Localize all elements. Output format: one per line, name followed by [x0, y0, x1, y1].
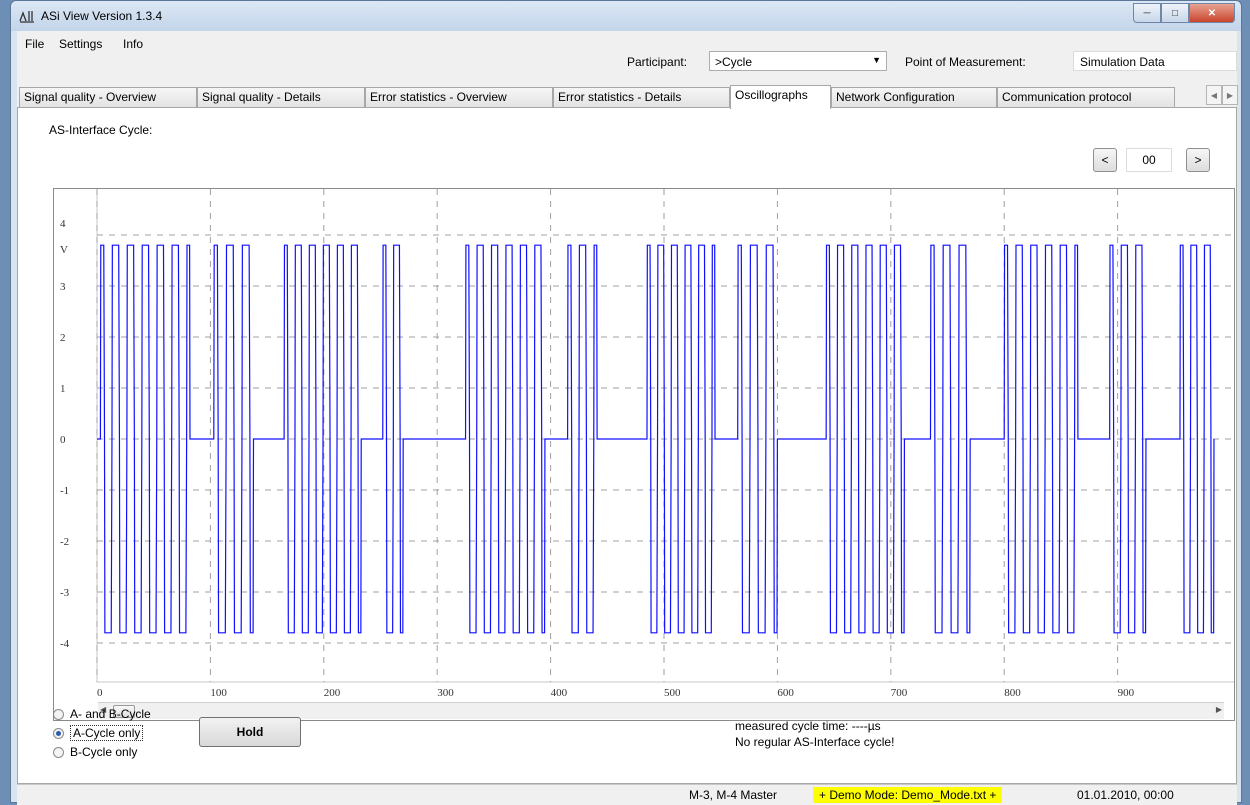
y-tick-label: 0	[60, 434, 66, 446]
app-logo-icon	[19, 11, 34, 23]
radio-a-cycle-only[interactable]: A-Cycle only	[53, 725, 144, 741]
y-tick-label: -3	[60, 587, 70, 599]
cycle-label: AS-Interface Cycle:	[49, 123, 153, 137]
y-axis-unit: V	[60, 244, 68, 256]
x-tick-label: 0	[97, 687, 103, 699]
menu-bar: File Settings Info	[17, 31, 1237, 57]
cycle-number-field[interactable]: 00	[1126, 148, 1172, 172]
radio-dot	[53, 708, 64, 720]
tab-oscillographs[interactable]: Oscillographs	[730, 85, 831, 109]
status-bar: M-3, M-4 Master + Demo Mode: Demo_Mode.t…	[17, 784, 1237, 805]
x-tick-label: 800	[1004, 687, 1021, 699]
maximize-icon[interactable]: □	[1161, 3, 1189, 23]
menu-settings[interactable]: Settings	[59, 37, 102, 51]
x-tick-label: 300	[437, 687, 454, 699]
window-controls: ─ □ ✕	[1133, 3, 1235, 23]
tab-error-statistics-overview[interactable]: Error statistics - Overview	[365, 87, 553, 107]
app-window: ASi View Version 1.3.4 ─ □ ✕ File Settin…	[10, 0, 1242, 805]
tab-signal-quality-details[interactable]: Signal quality - Details	[197, 87, 365, 107]
cycle-time-text: measured cycle time: ----µs	[735, 719, 881, 733]
radio-dot	[53, 746, 64, 758]
measurement-label: Point of Measurement:	[905, 55, 1026, 69]
tab-scroll-buttons: ◀ ▶	[1206, 85, 1238, 105]
x-tick-label: 700	[891, 687, 908, 699]
oscillograph-chart: 0 100 200 300 400 500 600 700 800 900 4 3 2 1 0 -1 -2 -3 -…	[53, 188, 1235, 721]
radio-label: B-Cycle only	[70, 745, 138, 759]
status-master: M-3, M-4 Master	[689, 788, 778, 802]
chevron-down-icon: ▼	[872, 55, 881, 65]
x-tick-label: 900	[1118, 687, 1135, 699]
tab-strip: Signal quality - Overview Signal quality…	[17, 85, 1237, 109]
close-icon[interactable]: ✕	[1189, 3, 1235, 23]
radio-b-cycle-only[interactable]: B-Cycle only	[53, 745, 137, 759]
hold-button[interactable]: Hold	[199, 717, 301, 747]
x-tick-label: 500	[664, 687, 681, 699]
tab-error-statistics-details[interactable]: Error statistics - Details	[553, 87, 730, 107]
participant-value: >Cycle	[715, 55, 753, 69]
menu-info[interactable]: Info	[123, 37, 143, 51]
minimize-icon[interactable]: ─	[1133, 3, 1161, 23]
x-tick-label: 200	[324, 687, 341, 699]
scroll-right-icon[interactable]: ▶	[1216, 705, 1222, 714]
window-title: ASi View Version 1.3.4	[41, 9, 163, 23]
menu-file[interactable]: File	[25, 37, 44, 51]
oscillograph-plot: 0 100 200 300 400 500 600 700 800 900 4 3 2 1 0 -1 -2 -3 -…	[60, 189, 1234, 699]
tab-network-configuration[interactable]: Network Configuration	[831, 87, 997, 107]
measurement-field: Simulation Data	[1073, 51, 1237, 71]
status-demo-mode: + Demo Mode: Demo_Mode.txt +	[813, 787, 1003, 803]
x-tick-label: 400	[551, 687, 568, 699]
prev-cycle-button[interactable]: <	[1093, 148, 1117, 172]
tab-signal-quality-overview[interactable]: Signal quality - Overview	[19, 87, 197, 107]
status-datetime: 01.01.2010, 00:00	[1077, 788, 1174, 802]
y-tick-label: -4	[60, 638, 70, 650]
participant-select[interactable]: >Cycle ▼	[709, 51, 887, 71]
y-tick-label: 3	[60, 281, 66, 293]
measurement-value: Simulation Data	[1080, 55, 1165, 69]
cycle-warning-text: No regular AS-Interface cycle!	[735, 735, 895, 749]
radio-label: A-Cycle only	[70, 725, 144, 741]
tab-communication-protocol[interactable]: Communication protocol	[997, 87, 1175, 107]
title-bar[interactable]: ASi View Version 1.3.4 ─ □ ✕	[11, 1, 1241, 31]
x-tick-label: 600	[777, 687, 794, 699]
tab-scroll-right-icon[interactable]: ▶	[1222, 85, 1238, 105]
x-tick-label: 100	[210, 687, 227, 699]
y-tick-label: -1	[60, 485, 69, 497]
radio-dot	[53, 727, 64, 739]
y-tick-label: 4	[60, 218, 66, 230]
radio-a-and-b-cycle[interactable]: A- and B-Cycle	[53, 707, 151, 721]
y-tick-label: -2	[60, 536, 69, 548]
radio-label: A- and B-Cycle	[70, 707, 151, 721]
y-tick-label: 2	[60, 332, 66, 344]
y-tick-label: 1	[60, 383, 66, 395]
tab-scroll-left-icon[interactable]: ◀	[1206, 85, 1222, 105]
participant-label: Participant:	[627, 55, 688, 69]
client-area: File Settings Info Participant: >Cycle ▼…	[17, 31, 1238, 805]
next-cycle-button[interactable]: >	[1186, 148, 1210, 172]
